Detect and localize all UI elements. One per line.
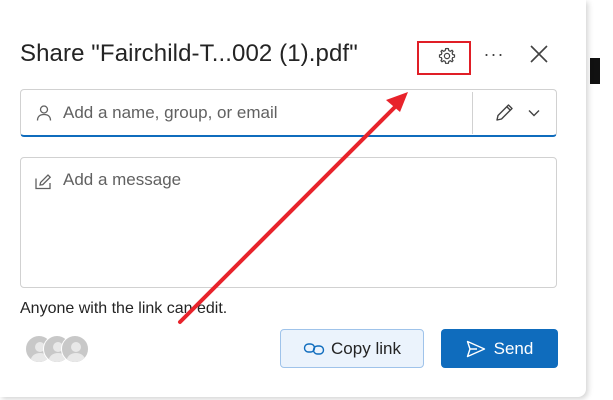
close-icon	[530, 45, 548, 63]
message-input[interactable]	[63, 170, 543, 270]
more-options-button[interactable]: ···	[479, 40, 509, 68]
message-field	[20, 157, 557, 288]
send-button[interactable]: Send	[441, 329, 558, 368]
link-permission-text[interactable]: Anyone with the link can edit.	[20, 300, 227, 318]
avatar	[61, 335, 89, 363]
more-icon: ···	[483, 43, 505, 64]
shared-with-avatars[interactable]	[25, 335, 91, 365]
settings-highlight-box	[417, 41, 471, 75]
send-label: Send	[493, 338, 534, 358]
recipient-divider	[472, 92, 473, 134]
send-icon	[466, 340, 485, 357]
pencil-icon	[496, 104, 513, 121]
copy-link-label: Copy link	[331, 338, 401, 358]
close-button[interactable]	[525, 40, 553, 68]
chevron-down-icon	[528, 110, 540, 117]
recipient-input[interactable]	[63, 100, 463, 126]
dialog-title: Share "Fairchild-T...002 (1).pdf"	[20, 40, 358, 67]
pencil-box-icon	[35, 174, 52, 190]
background-mark	[590, 58, 600, 84]
copy-link-button[interactable]: Copy link	[280, 329, 424, 368]
recipient-field	[20, 89, 557, 137]
link-icon	[303, 342, 325, 355]
permission-dropdown[interactable]	[481, 96, 553, 130]
share-dialog: Share "Fairchild-T...002 (1).pdf" ··· Ad…	[0, 0, 586, 397]
person-icon	[36, 105, 52, 121]
